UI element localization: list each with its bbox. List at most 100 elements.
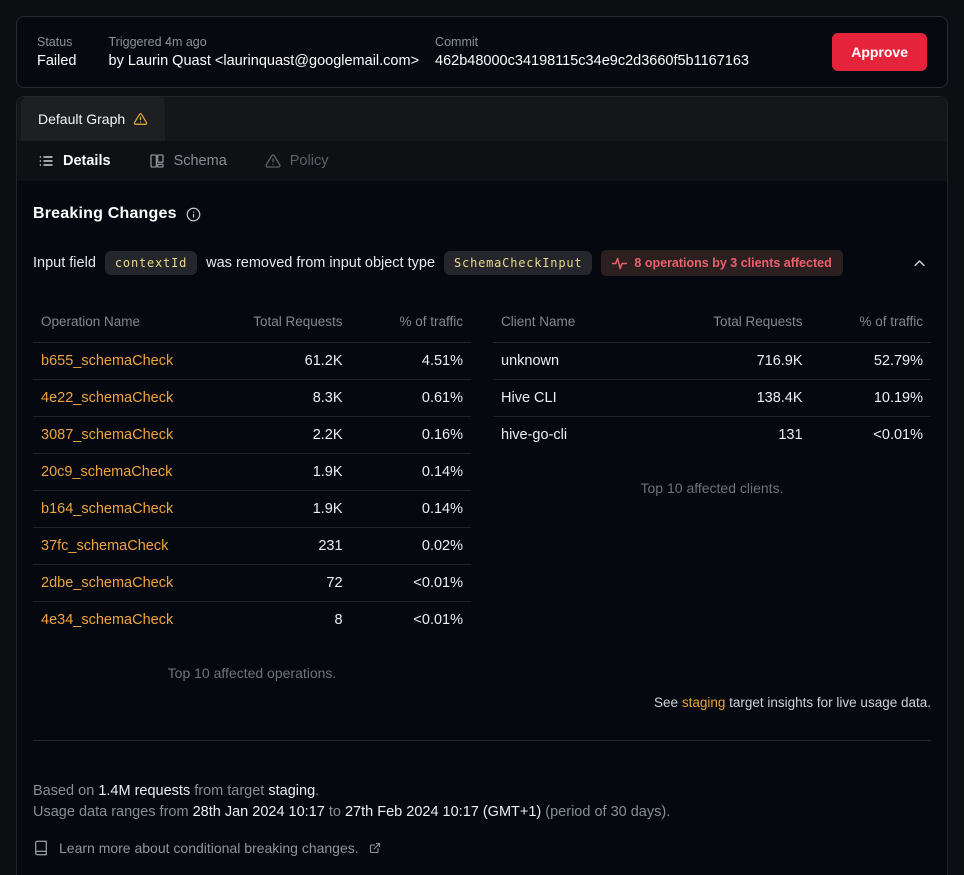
columns-icon [149, 153, 165, 169]
range-prefix: Usage data ranges from [33, 804, 193, 820]
cell-value: 1.9K [230, 491, 350, 528]
column-header: % of traffic [811, 304, 931, 343]
status-label: Status [37, 35, 77, 49]
table-row: b655_schemaCheck61.2K4.51% [33, 343, 471, 380]
learn-more-label: Learn more about conditional breaking ch… [59, 840, 359, 856]
cell-value: 72 [230, 565, 350, 602]
cell-value: 716.9K [690, 343, 810, 380]
table-row: Hive CLI138.4K10.19% [493, 380, 931, 417]
cell-name[interactable]: 20c9_schemaCheck [33, 454, 230, 491]
table-row: 2dbe_schemaCheck72<0.01% [33, 565, 471, 602]
table-row: 37fc_schemaCheck2310.02% [33, 528, 471, 565]
tab-default-graph[interactable]: Default Graph [21, 97, 165, 141]
staging-target-link[interactable]: staging [682, 695, 726, 710]
learn-more-link[interactable]: Learn more about conditional breaking ch… [33, 840, 931, 856]
operations-table-container: Operation Name Total Requests % of traff… [33, 304, 471, 681]
details-content: Breaking Changes Input field contextId w… [17, 205, 947, 856]
tab-schema-label: Schema [174, 153, 227, 169]
affected-operations-badge: 8 operations by 3 clients affected [601, 250, 842, 276]
based-prefix: Based on [33, 783, 98, 799]
approve-button[interactable]: Approve [832, 33, 927, 71]
list-icon [38, 153, 54, 169]
cell-name[interactable]: 37fc_schemaCheck [33, 528, 230, 565]
column-header: % of traffic [351, 304, 471, 343]
target-name: staging [268, 783, 315, 799]
commit-hash: 462b48000c34198115c34e9c2d3660f5b1167163 [435, 53, 749, 69]
external-link-icon [369, 842, 381, 854]
clients-table: Client Name Total Requests % of traffic … [493, 304, 931, 454]
affected-tables: Operation Name Total Requests % of traff… [33, 304, 931, 681]
operations-table: Operation Name Total Requests % of traff… [33, 304, 471, 639]
tab-policy[interactable]: Policy [265, 153, 329, 169]
tab-schema[interactable]: Schema [149, 153, 227, 169]
cell-value: 0.14% [351, 491, 471, 528]
commit-label: Commit [435, 35, 749, 49]
cell-name[interactable]: b655_schemaCheck [33, 343, 230, 380]
change-middle: was removed from input object type [206, 255, 435, 271]
cell-value: 1.9K [230, 454, 350, 491]
request-count: 1.4M requests [98, 783, 190, 799]
column-header: Operation Name [33, 304, 230, 343]
breaking-change-row[interactable]: Input field contextId was removed from i… [33, 250, 931, 276]
table-row: unknown716.9K52.79% [493, 343, 931, 380]
cell-value: 0.16% [351, 417, 471, 454]
cell-name: hive-go-cli [493, 417, 690, 454]
tab-policy-label: Policy [290, 153, 329, 169]
table-row: 4e22_schemaCheck8.3K0.61% [33, 380, 471, 417]
cell-value: 231 [230, 528, 350, 565]
date-range-line: Usage data ranges from 28th Jan 2024 10:… [33, 802, 931, 823]
insights-note-prefix: See [654, 695, 682, 710]
operations-table-caption: Top 10 affected operations. [33, 665, 471, 681]
cell-name[interactable]: b164_schemaCheck [33, 491, 230, 528]
tab-details[interactable]: Details [38, 153, 111, 169]
cell-value: 52.79% [811, 343, 931, 380]
clients-table-container: Client Name Total Requests % of traffic … [493, 304, 931, 681]
column-header: Total Requests [230, 304, 350, 343]
table-row: 20c9_schemaCheck1.9K0.14% [33, 454, 471, 491]
cell-value: 0.02% [351, 528, 471, 565]
based-mid: from target [190, 783, 268, 799]
cell-value: <0.01% [351, 565, 471, 602]
range-from-date: 28th Jan 2024 10:17 [193, 804, 325, 820]
based-on-line: Based on 1.4M requests from target stagi… [33, 781, 931, 802]
check-summary-card: Status Failed Triggered 4m ago by Laurin… [16, 16, 948, 88]
affected-badge-label: 8 operations by 3 clients affected [634, 256, 831, 270]
usage-summary: Based on 1.4M requests from target stagi… [33, 781, 931, 823]
warning-icon [133, 112, 148, 126]
warning-outline-icon [265, 153, 281, 169]
cell-value: 61.2K [230, 343, 350, 380]
clients-table-caption: Top 10 affected clients. [493, 480, 931, 496]
cell-name[interactable]: 4e34_schemaCheck [33, 602, 230, 639]
range-to-word: to [325, 804, 345, 820]
cell-value: 4.51% [351, 343, 471, 380]
tab-details-label: Details [63, 153, 111, 169]
info-icon[interactable] [186, 207, 201, 222]
breaking-changes-title: Breaking Changes [33, 205, 177, 223]
status-value: Failed [37, 53, 77, 69]
commit-group: Commit 462b48000c34198115c34e9c2d3660f5b… [435, 35, 749, 69]
cell-name: unknown [493, 343, 690, 380]
cell-value: 131 [690, 417, 810, 454]
cell-value: 8.3K [230, 380, 350, 417]
cell-name[interactable]: 3087_schemaCheck [33, 417, 230, 454]
triggered-author: by Laurin Quast <laurinquast@googlemail.… [109, 53, 420, 69]
schema-check-panel: Default Graph Details [16, 96, 948, 875]
table-row: 3087_schemaCheck2.2K0.16% [33, 417, 471, 454]
divider [33, 740, 931, 741]
range-suffix: (period of 30 days). [541, 804, 670, 820]
based-suffix: . [315, 783, 319, 799]
insights-note: See staging target insights for live usa… [33, 695, 931, 710]
insights-note-suffix: target insights for live usage data. [725, 695, 931, 710]
cell-name[interactable]: 4e22_schemaCheck [33, 380, 230, 417]
cell-value: 8 [230, 602, 350, 639]
table-row: b164_schemaCheck1.9K0.14% [33, 491, 471, 528]
cell-value: 2.2K [230, 417, 350, 454]
cell-name[interactable]: 2dbe_schemaCheck [33, 565, 230, 602]
type-code-chip: SchemaCheckInput [444, 251, 592, 275]
cell-value: <0.01% [811, 417, 931, 454]
table-row: 4e34_schemaCheck8<0.01% [33, 602, 471, 639]
chevron-up-icon[interactable] [908, 252, 931, 275]
pulse-icon [612, 257, 627, 270]
cell-value: 138.4K [690, 380, 810, 417]
column-header: Total Requests [690, 304, 810, 343]
